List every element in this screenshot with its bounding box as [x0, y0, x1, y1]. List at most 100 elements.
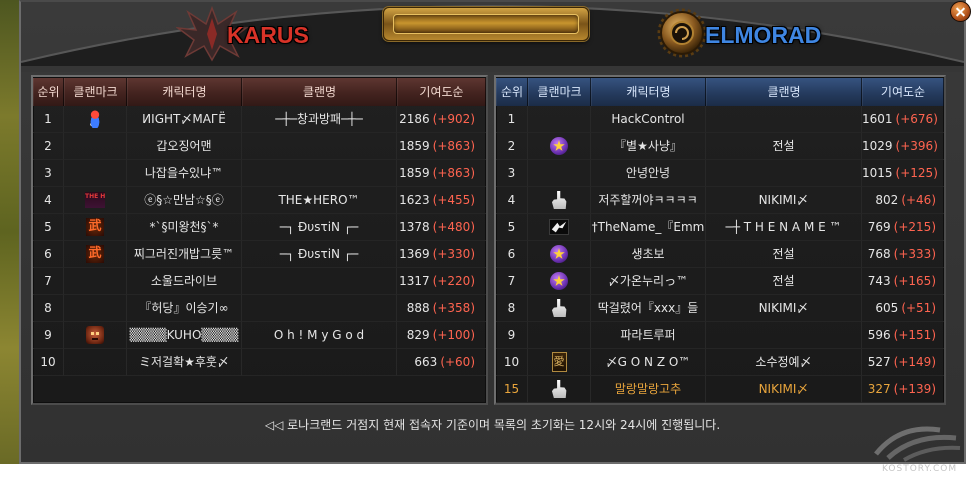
clan-mark-cell: 愛	[528, 349, 591, 376]
contribution-cell: 1623 (+455)	[397, 187, 486, 214]
title-plate	[383, 7, 589, 41]
clan-name: 소수정예〆	[706, 349, 862, 376]
ranking-row: 10 ミ저걸확★후훗〆 663 (+60)	[33, 349, 486, 376]
character-name: ⓔ§☆만남☆§ⓔ	[127, 187, 242, 214]
clan-mark-cell	[64, 322, 127, 349]
character-name: 소울드라이브	[127, 268, 242, 295]
contribution-score: 1369	[399, 247, 430, 261]
rank-cell: 8	[33, 295, 64, 322]
contribution-score: 743	[867, 274, 891, 288]
clan-name: 전설	[706, 133, 862, 160]
column-header: 순위	[33, 78, 64, 106]
clan-mark-cell	[64, 349, 127, 376]
contribution-cell: 527 (+149)	[862, 349, 944, 376]
star-emblem-icon	[550, 137, 568, 155]
contribution-cell: 802 (+46)	[862, 187, 944, 214]
ai-emblem-icon: 愛	[551, 352, 567, 372]
bird-emblem-icon	[549, 219, 569, 235]
column-header: 캐릭터명	[127, 78, 242, 106]
rank-cell: 6	[496, 241, 528, 268]
clan-mark-cell	[528, 376, 591, 403]
ranking-row: 10 愛〆G O N Z O™ 소수정예〆 527 (+149)	[496, 349, 944, 376]
clan-mark-cell	[528, 295, 591, 322]
elmorad-emblem-icon	[657, 8, 707, 58]
character-name: 갑오징어맨	[127, 133, 242, 160]
contribution-score: 2186	[399, 112, 430, 126]
face-emblem-icon	[86, 326, 104, 344]
rank-cell: 7	[496, 268, 528, 295]
contribution-score: 605	[875, 301, 899, 315]
rank-cell: 7	[33, 268, 64, 295]
rank-cell: 4	[33, 187, 64, 214]
rank-cell: 3	[33, 160, 64, 187]
clan-name	[706, 160, 862, 187]
ranking-row: 9 ▒▒▒▒KUHO▒▒▒▒ O h ! M y G o d 829 (+100)	[33, 322, 486, 349]
contribution-delta: (+330)	[432, 247, 475, 261]
ranking-row: 5 †TheName_『Emm ─┼ T H E N A M E ™ 769 (+215…	[496, 214, 944, 241]
contribution-delta: (+220)	[432, 274, 475, 288]
contribution-cell: 1015 (+125)	[862, 160, 944, 187]
contribution-score: 327	[867, 382, 891, 396]
ranking-row: 15 말랑말랑고추 NIKIMI〆 327 (+139)	[496, 376, 944, 403]
game-world-background	[0, 0, 21, 464]
character-name: †TheName_『Emm	[591, 214, 706, 241]
clan-mark-cell: 武	[64, 214, 127, 241]
karus-title: KARUS	[227, 22, 309, 48]
contribution-cell: 1859 (+863)	[397, 160, 486, 187]
elmorad-table-header: 순위 클랜마크 캐릭터명 클랜명 기여도순	[496, 78, 944, 106]
close-icon	[951, 2, 970, 21]
contribution-score: 829	[406, 328, 430, 342]
contribution-score: 1378	[399, 220, 430, 234]
contribution-score: 802	[875, 193, 899, 207]
clan-mark-cell	[528, 268, 591, 295]
contribution-delta: (+902)	[432, 112, 475, 126]
watermark-text: KOSTORY.COM	[882, 464, 958, 474]
clan-mark-cell	[528, 241, 591, 268]
clan-name: ─┐ ĐυѕτiΝ ┌─	[242, 214, 397, 241]
contribution-score: 663	[414, 355, 438, 369]
contribution-delta: (+60)	[440, 355, 475, 369]
ranking-row: 8 『허당』이승기∞ 888 (+358)	[33, 295, 486, 322]
character-name: 〆G O N Z O™	[591, 349, 706, 376]
elmorad-title: ELMORAD	[705, 22, 822, 48]
clan-name: 전설	[706, 268, 862, 295]
ranking-row: 5 武 *`§미왕천§`* ─┐ ĐυѕτiΝ ┌─ 1378 (+480)	[33, 214, 486, 241]
character-name: 생초보	[591, 241, 706, 268]
contribution-delta: (+676)	[895, 112, 938, 126]
elmorad-table-body: 1 HackControl 1601 (+676) 2 『별★사냥』 전설 1029 (+396…	[496, 106, 944, 403]
character-name: 딱걸렸어『xxx』들	[591, 295, 706, 322]
ranking-row: 4 THE HERO ⓔ§☆만남☆§ⓔTHE★HERO™1623(+455)	[33, 187, 486, 214]
contribution-delta: (+863)	[432, 166, 475, 180]
column-header: 클랜명	[706, 78, 862, 106]
column-header: 클랜명	[242, 78, 397, 106]
rank-cell: 8	[496, 295, 528, 322]
contribution-score: 768	[867, 247, 891, 261]
clan-name: O h ! M y G o d	[242, 322, 397, 349]
contribution-delta: (+149)	[893, 355, 936, 369]
clan-name: NIKIMI〆	[706, 376, 862, 403]
rank-cell: 2	[496, 133, 528, 160]
ranking-row: 1 HackControl 1601 (+676)	[496, 106, 944, 133]
contribution-delta: (+51)	[901, 301, 936, 315]
character-name: 안녕안녕	[591, 160, 706, 187]
clan-mark-cell	[528, 214, 591, 241]
column-header: 클랜마크	[64, 78, 127, 106]
clan-name	[242, 295, 397, 322]
contribution-cell: 2186 (+902)	[397, 106, 486, 133]
clan-mark-cell	[64, 133, 127, 160]
rank-cell: 9	[496, 322, 528, 349]
close-button[interactable]	[950, 1, 971, 22]
contribution-cell: 1369 (+330)	[397, 241, 486, 268]
ranking-row: 6 생초보 전설 768 (+333)	[496, 241, 944, 268]
contribution-delta: (+863)	[432, 139, 475, 153]
character-name: ミ저걸확★후훗〆	[127, 349, 242, 376]
contribution-delta: (+125)	[895, 166, 938, 180]
character-name: 나잡을수있냐™	[127, 160, 242, 187]
character-name: 『허당』이승기∞	[127, 295, 242, 322]
clan-name	[242, 349, 397, 376]
column-header: 클랜마크	[528, 78, 591, 106]
clan-name	[706, 106, 862, 133]
contribution-delta: (+455)	[432, 193, 475, 207]
ranking-row: 2 『별★사냥』 전설 1029 (+396)	[496, 133, 944, 160]
karus-table-body: 1 ИIGНТ〆МAГЁ ─┼─창과방패─┼─ 2186 (+902) 2 갑오징어맨 185…	[33, 106, 486, 376]
